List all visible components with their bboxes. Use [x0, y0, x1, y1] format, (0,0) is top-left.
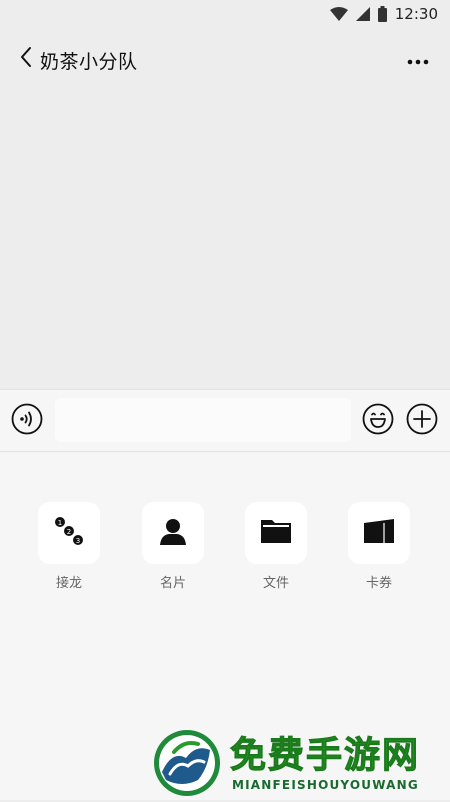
- emoji-button[interactable]: [362, 403, 394, 439]
- message-input[interactable]: [55, 398, 351, 442]
- tool-coupon[interactable]: 卡券: [347, 502, 411, 591]
- tool-file[interactable]: 文件: [244, 502, 308, 591]
- tool-label: 卡券: [365, 576, 392, 591]
- contact-card-icon: [158, 516, 188, 550]
- status-time: 12:30: [394, 5, 438, 23]
- voice-icon: [11, 403, 43, 439]
- tool-label: 接龙: [55, 576, 82, 591]
- signal-icon: [355, 7, 370, 21]
- more-functions-button[interactable]: [406, 403, 438, 439]
- tool-label: 文件: [262, 576, 289, 591]
- svg-text:1: 1: [58, 519, 62, 527]
- wifi-icon: [329, 7, 348, 21]
- chevron-left-icon: [19, 46, 33, 72]
- tool-icon-box: [348, 502, 410, 564]
- tool-icon-box: 1 2 3: [38, 502, 100, 564]
- chat-header: 奶茶小分队: [0, 36, 450, 82]
- back-button[interactable]: [14, 46, 38, 72]
- more-button[interactable]: [406, 48, 430, 70]
- watermark-title: 免费手游网: [229, 735, 421, 777]
- numbered-list-icon: 1 2 3: [54, 516, 84, 550]
- voice-button[interactable]: [11, 403, 43, 439]
- chat-title: 奶茶小分队: [40, 51, 138, 73]
- coupon-icon: [363, 518, 395, 548]
- watermark-subtitle: MIANFEISHOUYOUWANG: [232, 778, 419, 792]
- folder-icon: [260, 518, 292, 548]
- emoji-icon: [362, 403, 394, 439]
- svg-text:3: 3: [76, 537, 80, 545]
- message-list[interactable]: [0, 82, 450, 389]
- tool-label: 名片: [159, 576, 186, 591]
- watermark-logo: [152, 728, 222, 798]
- tool-icon-box: [142, 502, 204, 564]
- tool-solitaire[interactable]: 1 2 3 接龙: [37, 502, 101, 591]
- svg-text:2: 2: [67, 528, 71, 536]
- tool-icon-box: [245, 502, 307, 564]
- status-bar: 12:30: [0, 0, 450, 28]
- tool-contact-card[interactable]: 名片: [141, 502, 205, 591]
- watermark: 免费手游网 MIANFEISHOUYOUWANG: [152, 726, 450, 800]
- more-dots-icon: [407, 50, 429, 69]
- input-bar: [0, 389, 450, 452]
- battery-icon: [377, 6, 387, 22]
- plus-icon: [406, 403, 438, 439]
